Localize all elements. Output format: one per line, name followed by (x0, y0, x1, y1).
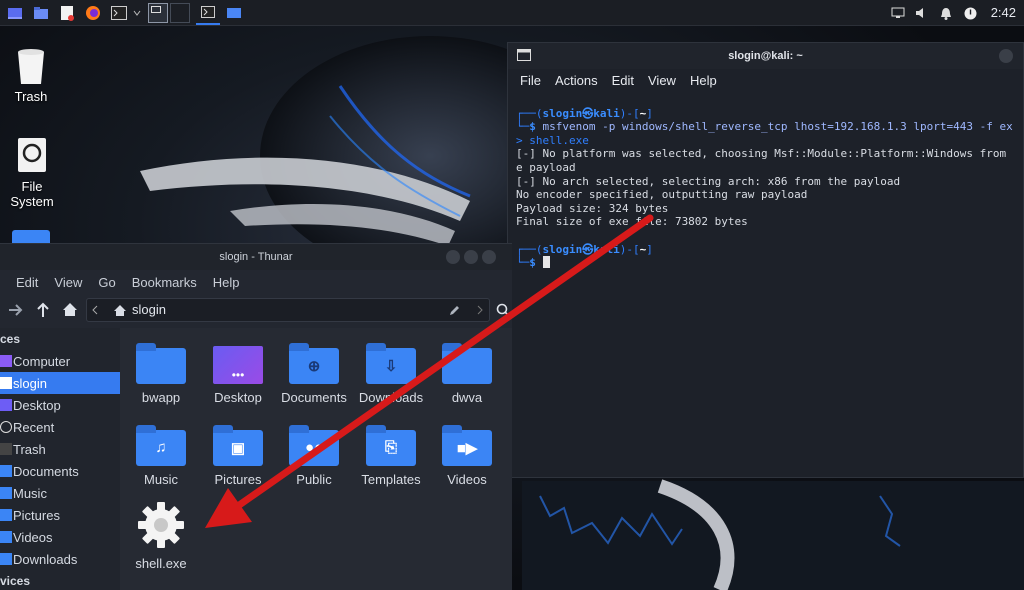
annotation-arrow (205, 214, 654, 528)
